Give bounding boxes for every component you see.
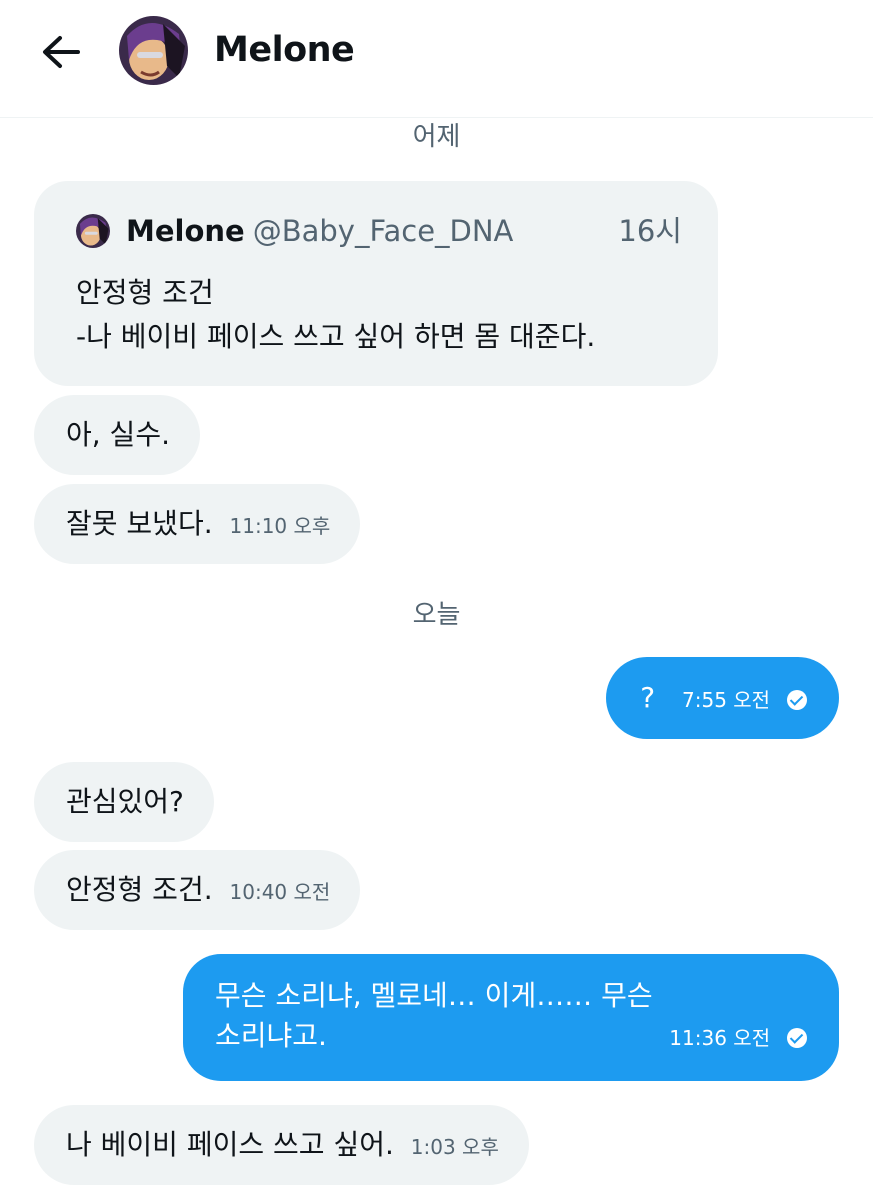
quoted-text: 안정형 조건 -나 베이비 페이스 쓰고 싶어 하면 몸 대준다. xyxy=(76,271,682,359)
message-time: 11:10 오후 xyxy=(229,514,331,538)
message-bubble-sent[interactable]: 무슨 소리냐, 멜로네… 이게…… 무슨 소리냐고. 11:36 오전 xyxy=(183,954,839,1081)
message-text: 안정형 조건. xyxy=(66,873,213,906)
avatar[interactable] xyxy=(119,16,188,85)
message-time: 10:40 오전 xyxy=(229,880,331,904)
quoted-text-line: 안정형 조건 xyxy=(76,276,214,309)
message-bubble[interactable]: 관심있어? xyxy=(34,762,214,842)
quoted-handle: @Baby_Face_DNA xyxy=(252,214,514,248)
message-text: 무슨 소리냐, 멜로네… 이게…… 무슨 xyxy=(215,979,653,1012)
arrow-left-icon xyxy=(43,36,80,68)
quoted-text-line: -나 베이비 페이스 쓰고 싶어 하면 몸 대준다. xyxy=(76,320,596,353)
check-circle-icon xyxy=(787,690,807,710)
message-text: 소리냐고. xyxy=(215,1019,327,1052)
message-time: 7:55 오전 xyxy=(682,688,771,712)
check-circle-icon xyxy=(787,1028,807,1048)
message-bubble[interactable]: 안정형 조건. 10:40 오전 xyxy=(34,850,361,930)
day-separator-yesterday: 어제 xyxy=(412,122,461,152)
day-separator-today: 오늘 xyxy=(412,600,461,630)
message-text: 나 베이비 페이스 쓰고 싶어. xyxy=(66,1128,394,1161)
message-bubble[interactable]: 아, 실수. xyxy=(34,395,200,475)
message-time: 11:36 오전 xyxy=(669,1026,771,1050)
message-bubble-sent[interactable]: ? 7:55 오전 xyxy=(606,657,839,739)
message-text: 관심있어? xyxy=(66,785,184,818)
message-text: 아, 실수. xyxy=(66,418,170,451)
message-text: ? xyxy=(640,681,656,714)
quoted-time: 16시 xyxy=(618,214,682,248)
quoted-tweet-card[interactable]: Melone @Baby_Face_DNA 16시 안정형 조건 -나 베이비 … xyxy=(34,181,718,386)
quoted-tweet-header: Melone @Baby_Face_DNA 16시 xyxy=(76,211,682,251)
conversation-header: Melone xyxy=(0,0,873,118)
quoted-avatar xyxy=(76,214,110,248)
message-text: 잘못 보냈다. xyxy=(66,507,213,540)
quoted-name: Melone xyxy=(126,214,245,248)
message-time: 1:03 오후 xyxy=(410,1135,499,1159)
message-bubble[interactable]: 나 베이비 페이스 쓰고 싶어. 1:03 오후 xyxy=(34,1105,529,1185)
message-bubble[interactable]: 잘못 보냈다. 11:10 오후 xyxy=(34,484,361,564)
contact-name[interactable]: Melone xyxy=(214,30,355,70)
back-button[interactable] xyxy=(36,30,84,74)
